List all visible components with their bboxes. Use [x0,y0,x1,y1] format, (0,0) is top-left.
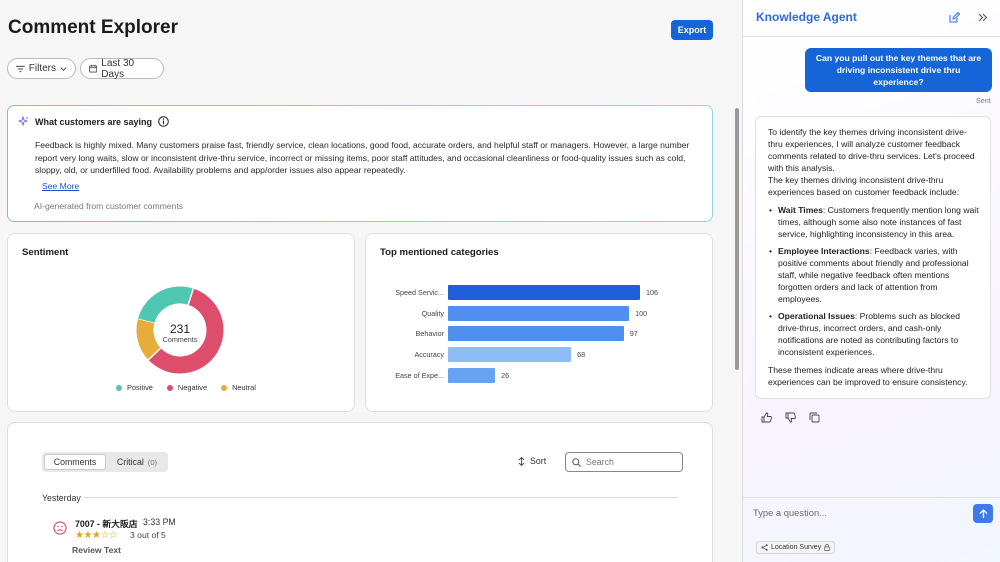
bar-value-label: 68 [577,350,586,360]
legend-positive: Positive [116,383,153,392]
bar-value-label: 26 [501,370,510,380]
bar-category-label: Accuracy [414,350,444,360]
agent-response: To identify the key themes driving incon… [755,116,991,399]
categories-card: Top mentioned categories [365,233,713,412]
response-lead: The key themes driving inconsistent driv… [768,175,960,197]
search-input[interactable] [586,457,678,467]
share-icon [761,544,768,551]
review-text-label: Review Text [72,545,122,555]
star-rating: ★★★☆☆ [75,530,118,541]
category-bar[interactable] [448,367,496,383]
context-chip-label: Location Survey [771,544,822,551]
theme-item: Operational Issues: Problems such as blo… [769,310,979,358]
summary-heading: What customers are saying [18,116,169,127]
sort-button[interactable]: Sort [518,456,546,466]
panel-title: Knowledge Agent [756,10,857,24]
critical-count: (0) [147,457,158,467]
context-chip[interactable]: Location Survey [756,541,836,554]
response-outro: These themes indicate areas where drive-… [768,365,968,387]
sentiment-title: Sentiment [22,247,69,258]
bar-value-label: 106 [646,288,658,297]
edit-icon[interactable] [949,12,960,23]
send-button[interactable] [973,504,993,523]
main-scrollbar[interactable] [735,108,739,370]
sent-status: Sent [976,96,991,105]
donut-total: 231 [169,322,191,336]
sad-face-icon [53,521,67,535]
category-bar[interactable] [448,326,624,342]
category-bar[interactable] [448,285,640,300]
rating-text: 3 out of 5 [130,530,166,540]
legend-negative: Negative [166,383,207,392]
category-bar[interactable] [448,305,630,321]
filters-label: Filters [28,63,56,74]
chevron-down-icon [60,66,67,71]
arrow-up-icon [979,508,987,518]
summary-title: What customers are saying [35,116,153,127]
composer-divider [743,497,1000,498]
panel-header: Knowledge Agent [743,0,1000,37]
comment-tabs: Comments Critical (0) [42,452,168,472]
filters-button[interactable]: Filters [7,58,76,79]
comment-store: 7007 - 新大阪店 [75,519,138,529]
group-label-yesterday: Yesterday [42,493,81,503]
donut-slice-positive [137,286,194,324]
bar-value-label: 100 [635,308,648,318]
bar-category-label: Ease of Expe... [395,370,444,380]
group-divider [84,497,678,498]
calendar-icon [89,64,98,73]
tab-comments[interactable]: Comments [44,454,106,470]
thumbs-up-icon[interactable] [761,410,772,428]
comment-search[interactable] [565,452,683,472]
category-bar[interactable] [448,347,572,363]
summary-text: Feedback is highly mixed. Many customers… [35,140,690,175]
knowledge-agent-panel: Knowledge Agent Can you pull out the key… [742,0,1000,562]
date-range-label: Last 30 Days [101,57,135,80]
donut-total-label: Comments [162,335,198,344]
categories-title: Top mentioned categories [380,247,499,258]
sort-icon [518,456,525,466]
thumbs-down-icon[interactable] [785,410,796,428]
search-icon [572,457,581,467]
theme-list: Wait Times: Customers frequently mention… [769,204,979,358]
tab-critical[interactable]: Critical (0) [108,454,166,470]
filter-icon [16,65,25,72]
question-composer[interactable] [753,507,953,518]
comment-time: 3:33 PM [143,517,176,527]
user-message: Can you pull out the key themes that are… [805,48,992,92]
ai-generated-note: AI-generated from customer comments [34,201,184,211]
info-icon[interactable] [158,116,169,127]
comments-card [7,422,713,562]
theme-item: Employee Interactions: Feedback varies, … [769,245,979,305]
bar-category-label: Speed Servic... [395,288,444,297]
bar-value-label: 97 [629,329,638,339]
question-input[interactable] [753,507,953,518]
export-button[interactable]: Export [671,20,713,40]
date-range-button[interactable]: Last 30 Days [80,57,164,80]
bar-category-label: Behavior [415,329,444,339]
page-title: Comment Explorer [8,17,178,38]
feedback-actions [761,410,820,428]
copy-icon[interactable] [809,410,820,428]
see-more-link[interactable]: See More [42,181,79,191]
sort-label: Sort [530,456,547,466]
main-content: Comment Explorer Export Filters Last 30 … [0,0,742,562]
legend-neutral: Neutral [221,383,256,392]
sentiment-legend: Positive Negative Neutral [116,383,256,392]
collapse-panel-icon[interactable] [977,12,988,23]
lock-icon [824,544,831,551]
response-intro: To identify the key themes driving incon… [768,127,975,173]
sparkle-icon [18,116,29,127]
theme-item: Wait Times: Customers frequently mention… [769,204,979,240]
bar-category-label: Quality [421,308,444,318]
